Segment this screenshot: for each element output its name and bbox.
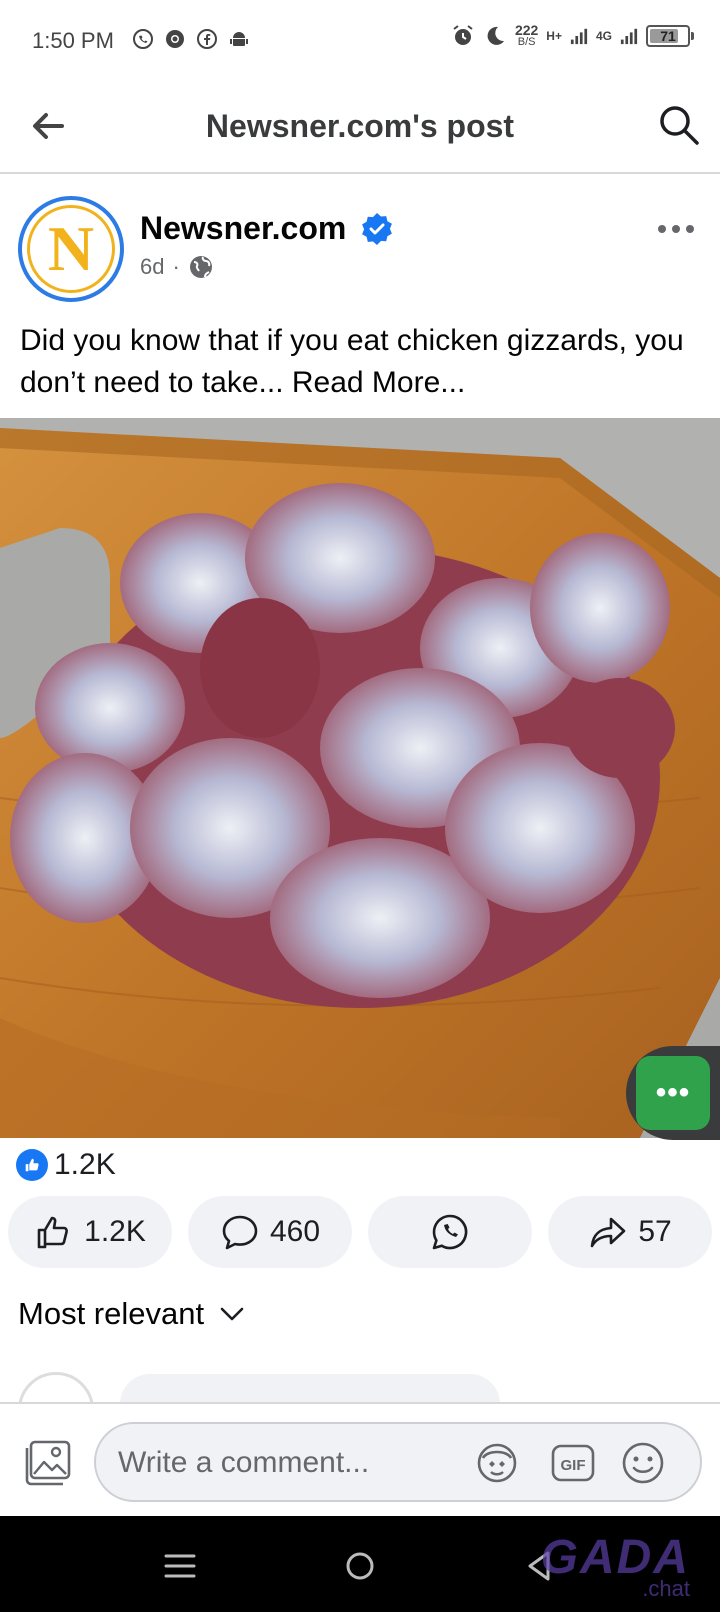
more-dots-icon: ••• bbox=[636, 1056, 710, 1130]
gif-icon[interactable]: GIF bbox=[550, 1440, 596, 1486]
comment-count: 460 bbox=[269, 1215, 321, 1248]
page-title: Newsner.com's post bbox=[205, 108, 515, 144]
status-time: 1:50 PM bbox=[32, 28, 114, 53]
signal-icon bbox=[620, 28, 638, 45]
signal-icon bbox=[570, 28, 588, 45]
post-image[interactable] bbox=[0, 418, 720, 1138]
whatsapp-icon bbox=[432, 1214, 468, 1250]
verified-badge-icon bbox=[362, 213, 392, 245]
reaction-summary[interactable]: 1.2K bbox=[16, 1148, 116, 1182]
system-status: 222 B/S H+ 4G 71 bbox=[451, 22, 694, 48]
reaction-count: 1.2K bbox=[54, 1148, 116, 1181]
chat-heads-bubble[interactable]: ••• bbox=[626, 1046, 720, 1140]
globe-icon bbox=[189, 256, 212, 278]
avatar-sticker-icon[interactable] bbox=[474, 1440, 520, 1486]
photo-icon bbox=[25, 1440, 71, 1486]
thumbs-up-icon bbox=[37, 1216, 69, 1249]
post-meta: 6d · bbox=[140, 254, 214, 280]
whatsapp-icon bbox=[132, 28, 154, 50]
status-bar: 1:50 PM 222 B/S H+ 4G 71 bbox=[0, 0, 720, 80]
system-nav-bar: GADA .chat bbox=[0, 1516, 720, 1612]
recent-apps-icon[interactable] bbox=[158, 1544, 202, 1588]
post-ellipsis: ... bbox=[258, 366, 284, 399]
more-options-icon[interactable] bbox=[656, 218, 696, 240]
comment-button[interactable]: 460 bbox=[188, 1196, 352, 1268]
chrome-icon bbox=[164, 28, 186, 50]
app-header: Newsner.com's post bbox=[0, 80, 720, 174]
add-photo-button[interactable] bbox=[22, 1438, 74, 1488]
page-name[interactable]: Newsner.com bbox=[140, 210, 346, 247]
battery-level: 71 bbox=[660, 28, 676, 44]
chevron-down-icon bbox=[220, 1307, 244, 1321]
post-text: Did you know that if you eat chicken giz… bbox=[20, 320, 710, 404]
like-button[interactable]: 1.2K bbox=[8, 1196, 172, 1268]
share-button[interactable]: 57 bbox=[548, 1196, 712, 1268]
watermark-sub: .chat bbox=[642, 1576, 690, 1601]
comment-input[interactable]: Write a comment... GIF bbox=[94, 1422, 702, 1502]
comment-bubble[interactable] bbox=[120, 1374, 500, 1404]
search-icon bbox=[660, 106, 699, 145]
search-button[interactable] bbox=[656, 102, 702, 148]
emoji-icon[interactable] bbox=[620, 1440, 666, 1486]
avatar-logo: N bbox=[47, 213, 95, 284]
facebook-icon bbox=[196, 28, 218, 50]
post-age[interactable]: 6d bbox=[140, 254, 164, 280]
comment-placeholder: Write a comment... bbox=[118, 1446, 370, 1479]
network-type-h: H+ bbox=[546, 29, 562, 43]
comment-bubble-icon bbox=[222, 1215, 258, 1250]
whatsapp-share-button[interactable] bbox=[368, 1196, 532, 1268]
comment-sort-dropdown[interactable]: Most relevant bbox=[18, 1296, 246, 1332]
page-avatar[interactable]: N bbox=[18, 196, 124, 302]
home-icon[interactable] bbox=[338, 1544, 382, 1588]
commenter-avatar[interactable] bbox=[18, 1372, 94, 1404]
like-count: 1.2K bbox=[84, 1215, 146, 1248]
read-more-link[interactable]: Read More... bbox=[284, 366, 465, 399]
sort-label: Most relevant bbox=[18, 1296, 205, 1331]
notification-icons bbox=[132, 28, 250, 50]
moon-icon bbox=[487, 26, 504, 45]
share-count: 57 bbox=[638, 1215, 672, 1248]
chicken-gizzards-photo bbox=[0, 418, 720, 1138]
battery-icon: 71 bbox=[646, 25, 694, 47]
meta-separator: · bbox=[172, 254, 180, 279]
like-reaction-icon bbox=[16, 1149, 48, 1181]
action-row: 1.2K 460 57 bbox=[8, 1196, 712, 1268]
network-type-4g: 4G bbox=[595, 29, 612, 43]
svg-text:GIF: GIF bbox=[561, 1457, 586, 1474]
share-arrow-icon bbox=[591, 1217, 626, 1248]
first-comment-peek bbox=[0, 1370, 720, 1404]
network-speed: 222 B/S bbox=[514, 22, 539, 48]
alarm-icon bbox=[453, 25, 473, 45]
android-icon bbox=[228, 28, 250, 50]
comment-composer: Write a comment... GIF bbox=[0, 1402, 720, 1516]
